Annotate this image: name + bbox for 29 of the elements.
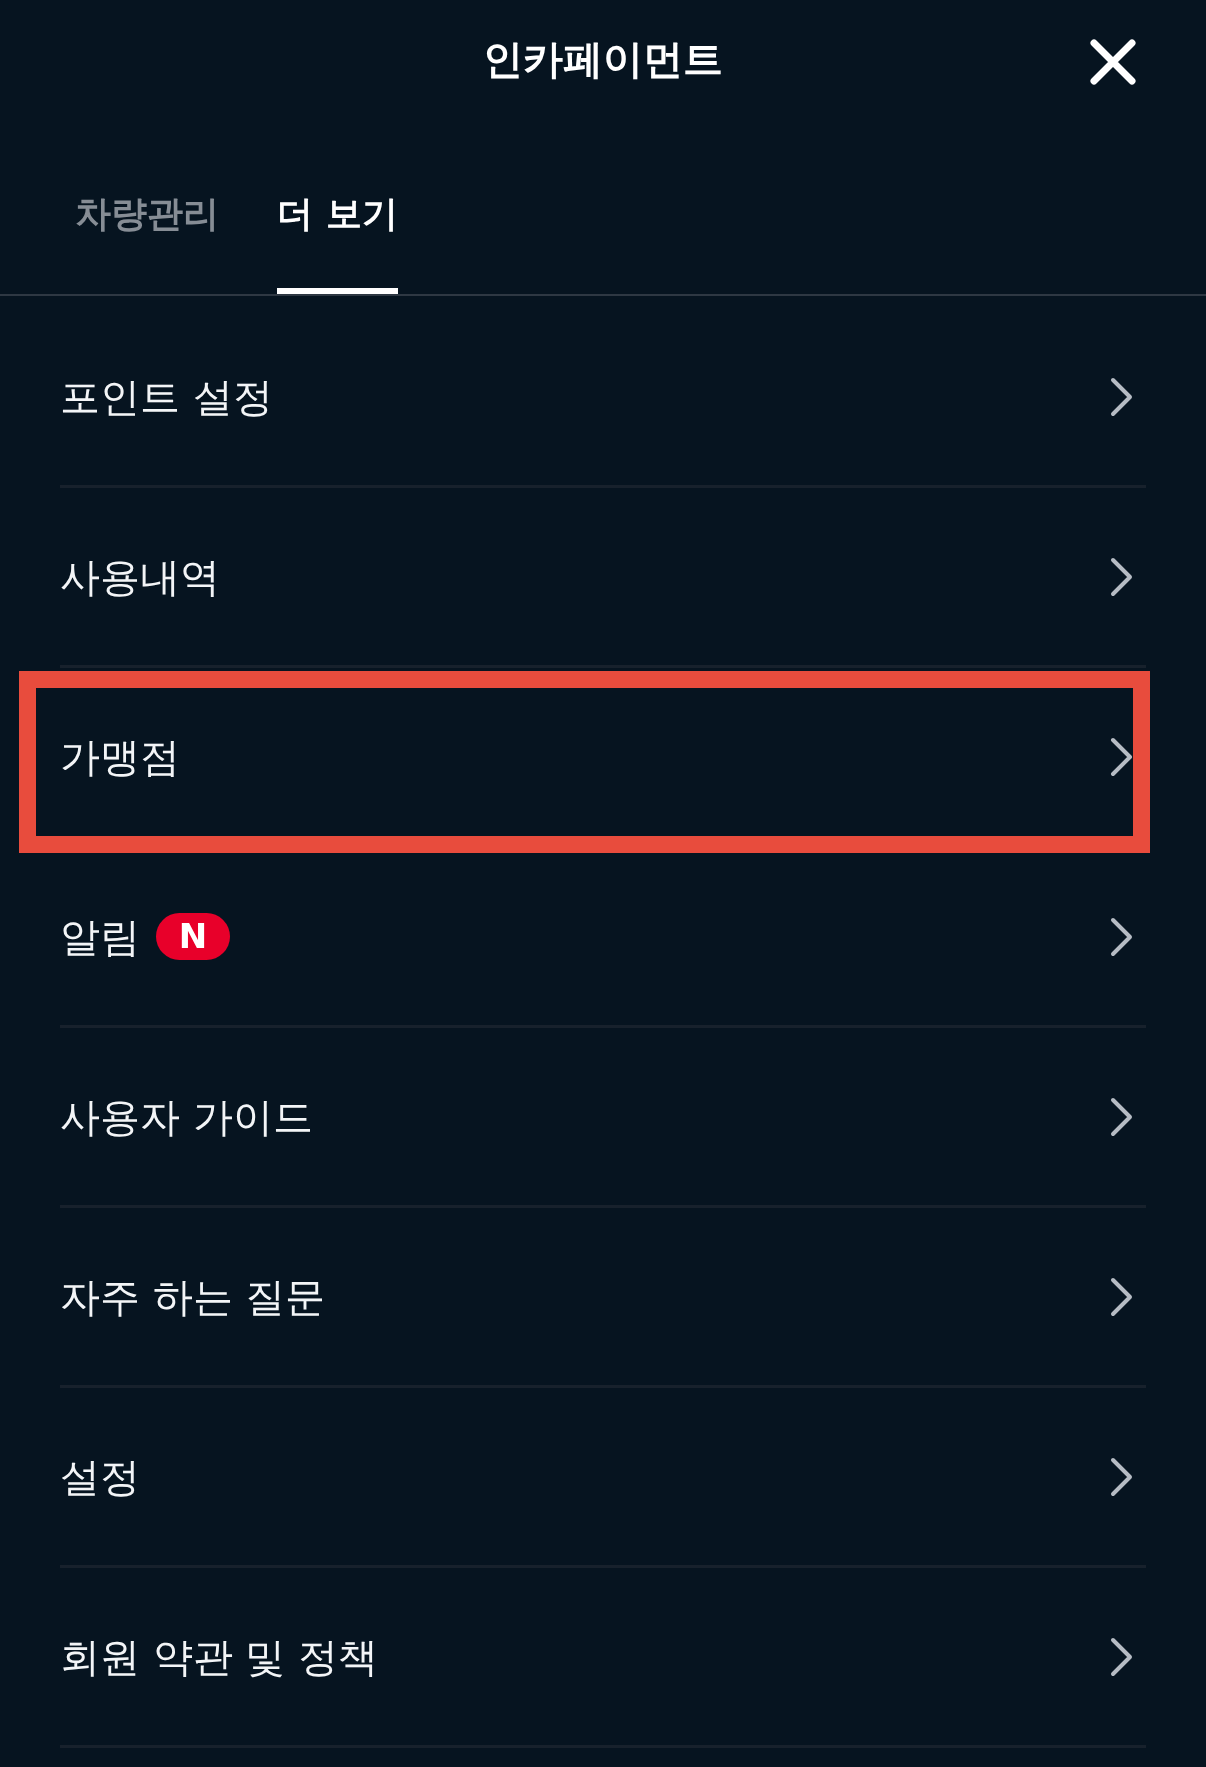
menu-item-label: 가맹점 (60, 732, 180, 782)
tab[interactable]: 더 보기 (277, 192, 398, 294)
menu-item[interactable]: 자주 하는 질문 (60, 1208, 1146, 1388)
chevron-right-icon (1110, 1096, 1134, 1137)
chevron-right-icon (1110, 556, 1134, 597)
menu-item[interactable]: 회원 약관 및 정책 (60, 1568, 1146, 1748)
screen-title: 인카페이먼트 (483, 35, 723, 84)
menu-item-label: 포인트 설정 (60, 372, 273, 422)
menu-item[interactable]: 설정 (60, 1388, 1146, 1568)
menu-item-label: 회원 약관 및 정책 (60, 1632, 379, 1682)
chevron-right-icon (1110, 736, 1134, 777)
chevron-right-icon (1110, 1276, 1134, 1317)
menu-item[interactable]: 사용내역 (60, 488, 1146, 668)
menu-item[interactable]: 알림 N (60, 848, 1146, 1028)
menu-item-label: 알림 (60, 912, 140, 962)
chevron-right-icon (1110, 1636, 1134, 1677)
menu-item-label: 자주 하는 질문 (60, 1272, 326, 1322)
chevron-right-icon (1110, 376, 1134, 417)
menu-item-label: 사용내역 (60, 552, 220, 602)
menu-item[interactable]: 가맹점 (60, 668, 1146, 848)
chevron-right-icon (1110, 916, 1134, 957)
menu-item-label: 사용자 가이드 (60, 1092, 313, 1142)
menu-item-label: 설정 (60, 1452, 140, 1502)
new-badge: N (156, 913, 230, 960)
menu-item[interactable]: 사용자 가이드 (60, 1028, 1146, 1208)
menu-item[interactable]: 포인트 설정 (60, 308, 1146, 488)
tab[interactable]: 차량관리 (75, 192, 219, 294)
chevron-right-icon (1110, 1456, 1134, 1497)
close-icon[interactable] (1090, 39, 1136, 85)
